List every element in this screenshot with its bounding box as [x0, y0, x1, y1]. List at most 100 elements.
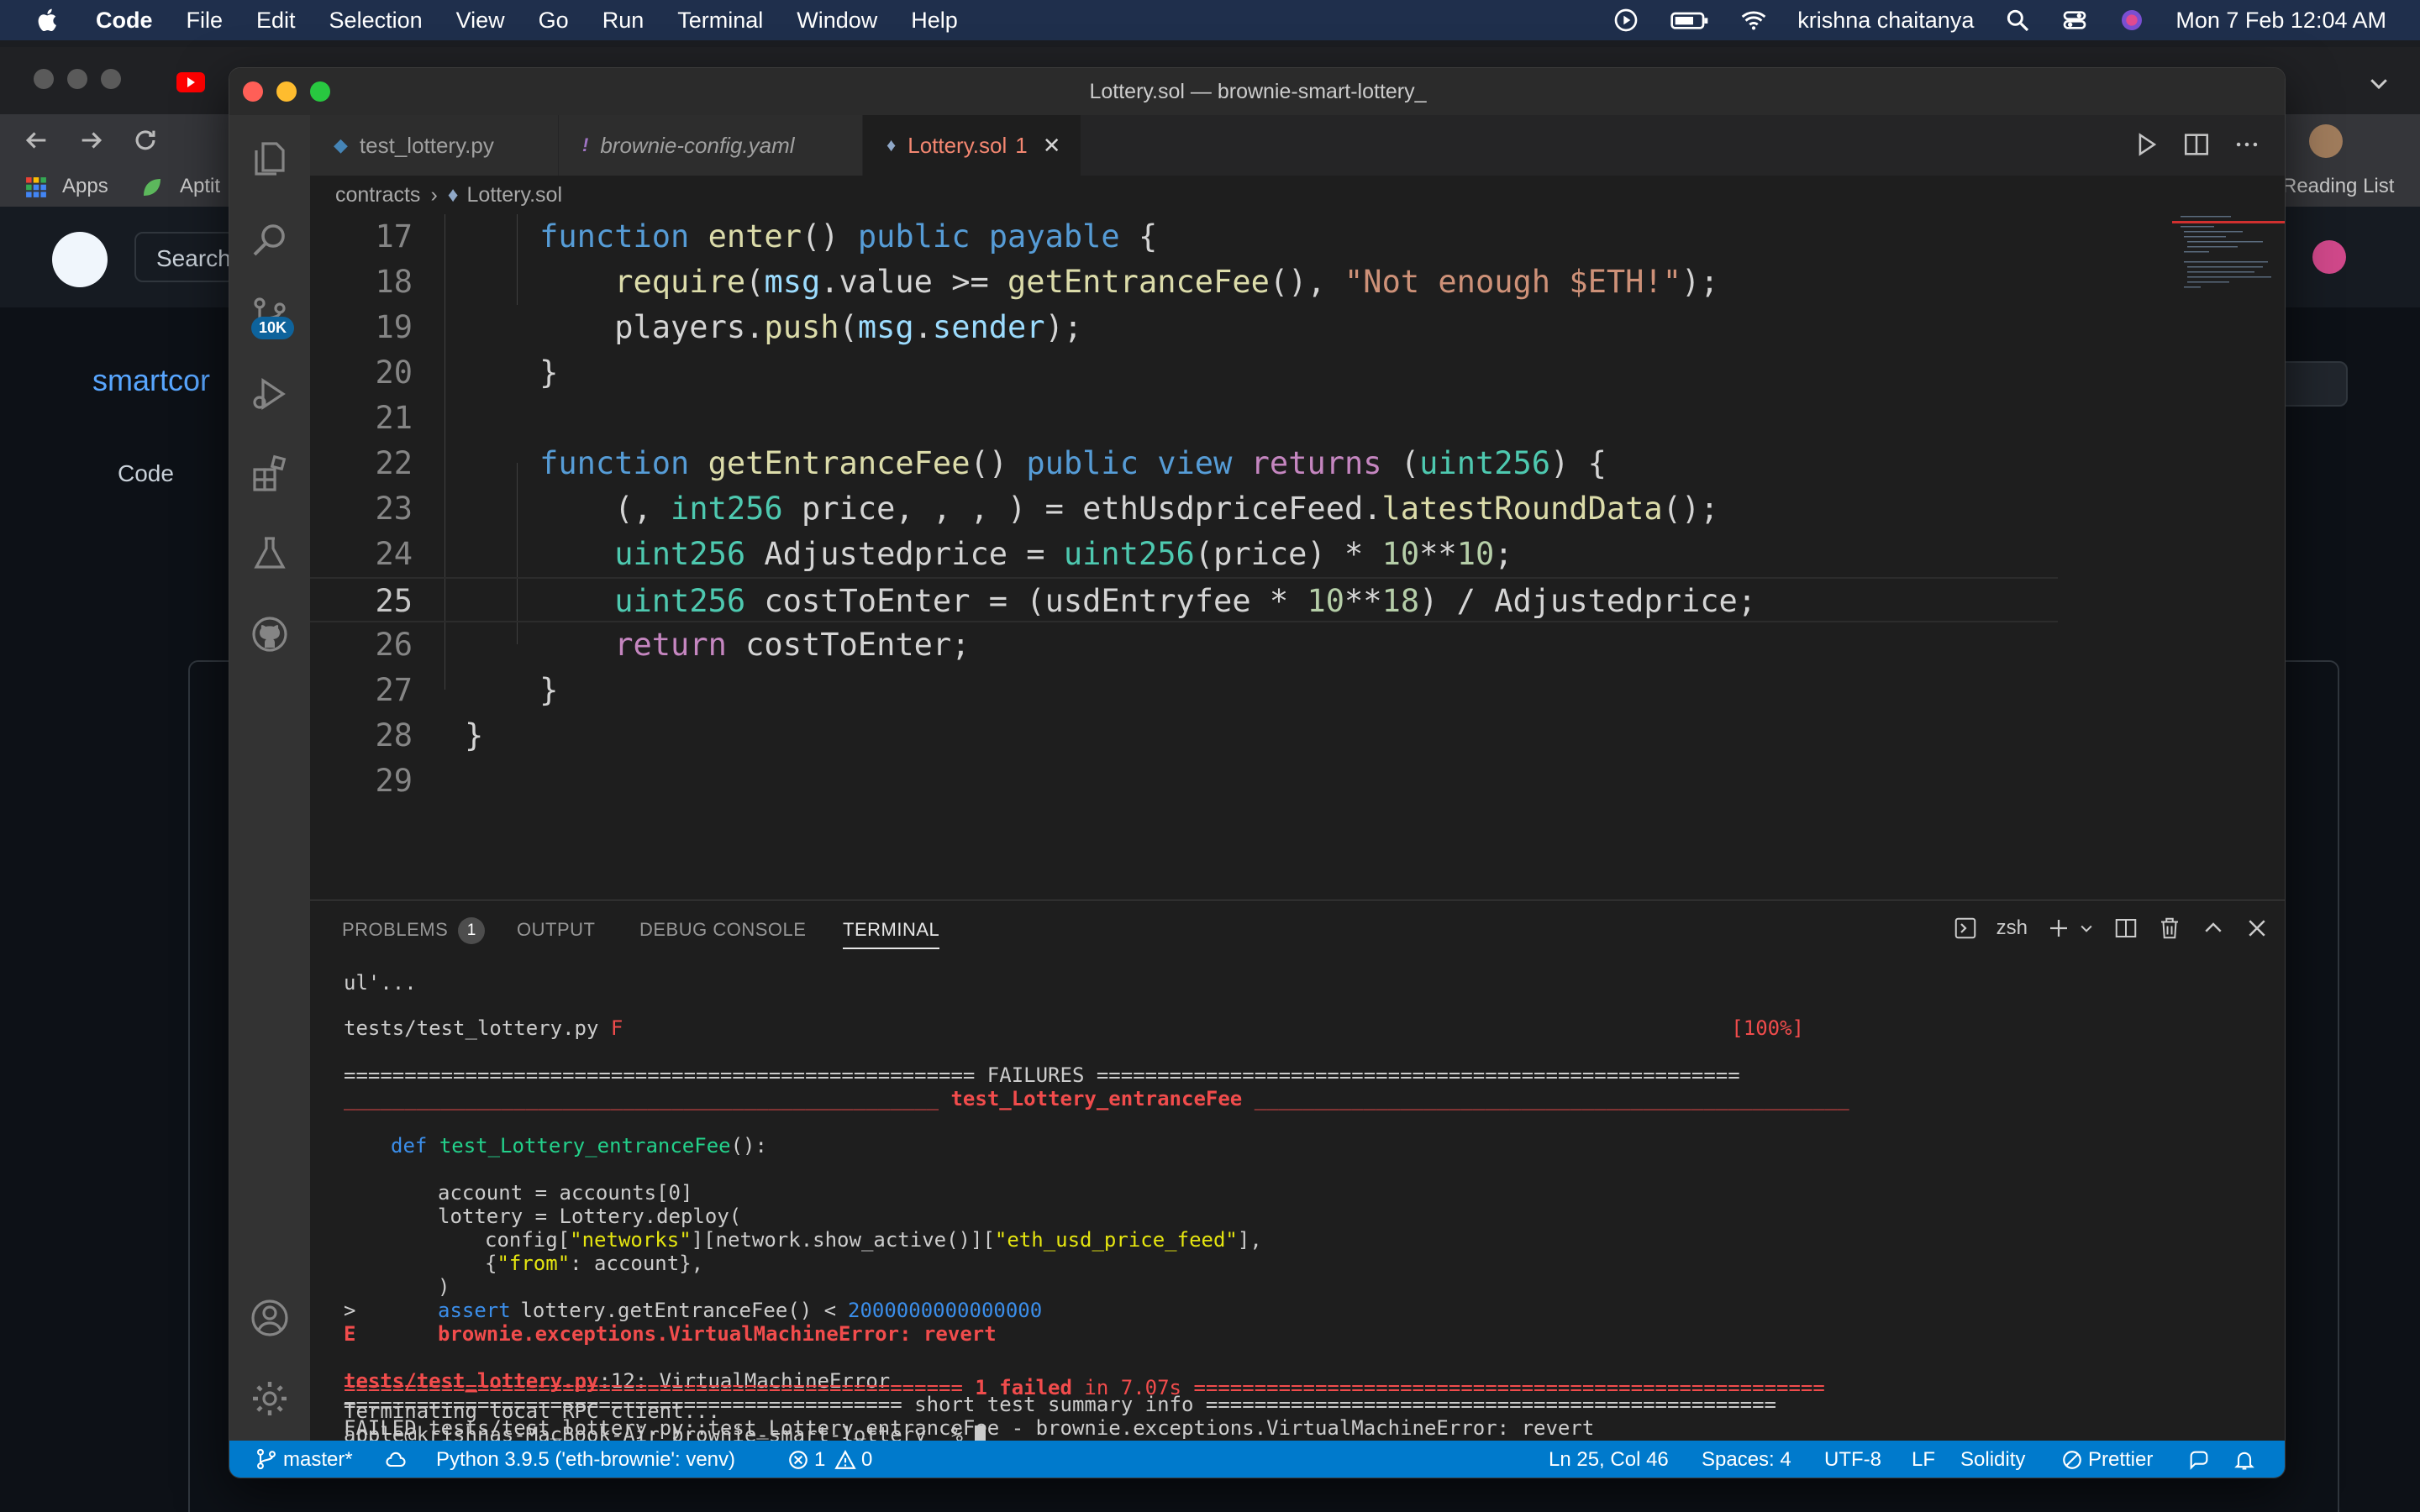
search-icon[interactable] — [250, 219, 290, 260]
reload-icon[interactable] — [131, 126, 160, 155]
code-tab[interactable]: Code — [118, 460, 174, 487]
menu-app-name[interactable]: Code — [96, 8, 153, 34]
window-zoom-button[interactable] — [310, 81, 330, 102]
accounts-icon[interactable] — [250, 1298, 290, 1338]
sync-cloud-icon[interactable] — [384, 1448, 408, 1472]
breadcrumb-file[interactable]: Lottery.sol — [467, 183, 562, 207]
window-minimize-button[interactable] — [276, 81, 297, 102]
feedback-icon[interactable] — [2187, 1448, 2211, 1472]
editor-tab-bar: ◆ test_lottery.py ! brownie-config.yaml … — [310, 115, 2285, 176]
tab-lottery-sol[interactable]: ♦ Lottery.sol 1 ✕ — [863, 115, 1081, 176]
terminal-shell-name[interactable]: zsh — [1996, 916, 2028, 940]
yaml-icon: ! — [582, 134, 589, 155]
split-editor-icon[interactable] — [2182, 130, 2211, 159]
end-of-line[interactable]: LF — [1912, 1448, 1935, 1472]
formatter[interactable]: Prettier — [2088, 1448, 2153, 1472]
reading-list[interactable]: Reading List — [2282, 175, 2394, 198]
bookmark-aptit[interactable]: Aptit — [180, 175, 220, 198]
cursor-position[interactable]: Ln 25, Col 46 — [1549, 1448, 1669, 1472]
tab-debug-console[interactable]: DEBUG CONSOLE — [639, 919, 806, 941]
battery-icon[interactable] — [1670, 7, 1710, 34]
notifications-bell-icon[interactable] — [2233, 1448, 2256, 1472]
menu-view[interactable]: View — [456, 8, 505, 34]
apple-icon[interactable] — [34, 6, 62, 34]
bookmark-apps[interactable]: Apps — [62, 175, 108, 198]
maximize-panel-chevron-up-icon[interactable] — [2201, 916, 2226, 941]
tab-problems[interactable]: PROBLEMS — [342, 919, 448, 941]
menu-window[interactable]: Window — [797, 8, 877, 34]
tab-test-lottery-py[interactable]: ◆ test_lottery.py — [310, 115, 559, 176]
chevron-down-icon[interactable] — [2078, 920, 2095, 937]
split-terminal-icon[interactable] — [2113, 916, 2139, 941]
warning-icon[interactable] — [834, 1449, 856, 1471]
window-title: Lottery.sol — brownie-smart-lottery_ — [229, 68, 2285, 115]
warning-count[interactable]: 0 — [861, 1448, 872, 1472]
tab-output[interactable]: OUTPUT — [517, 919, 595, 941]
terminal-line: {"from": account}, — [485, 1252, 704, 1275]
git-branch-icon[interactable] — [255, 1447, 278, 1471]
menu-edit[interactable]: Edit — [256, 8, 296, 34]
browser-close-dot[interactable] — [34, 69, 54, 89]
forward-arrow-icon[interactable] — [77, 126, 106, 155]
terminal-shell-icon[interactable] — [1953, 916, 1978, 941]
menu-run[interactable]: Run — [602, 8, 644, 34]
github-icon[interactable] — [250, 614, 290, 654]
trash-icon[interactable] — [2157, 916, 2182, 941]
github-search-input[interactable]: Search — [134, 232, 235, 282]
browser-zoom-dot[interactable] — [101, 69, 121, 89]
prettier-check-icon[interactable] — [2061, 1449, 2083, 1471]
back-arrow-icon[interactable] — [22, 126, 50, 155]
error-count[interactable]: 1 — [814, 1448, 825, 1472]
menu-file[interactable]: File — [187, 8, 224, 34]
control-center-icon[interactable] — [2061, 7, 2088, 34]
error-icon[interactable] — [787, 1449, 809, 1471]
indentation[interactable]: Spaces: 4 — [1702, 1448, 1791, 1472]
more-actions-icon[interactable] — [2233, 130, 2261, 159]
file-encoding[interactable]: UTF-8 — [1824, 1448, 1881, 1472]
github-logo-icon[interactable] — [52, 232, 108, 287]
settings-gear-icon[interactable] — [250, 1378, 290, 1419]
tab-label: brownie-config.yaml — [600, 132, 795, 158]
repo-dropdown-button[interactable] — [2275, 361, 2348, 407]
tab-label: Lottery.sol — [908, 132, 1007, 158]
github-user-avatar[interactable] — [2312, 240, 2346, 274]
code-editor[interactable]: 17 function enter() public payable { 18 … — [310, 214, 2286, 900]
minimap[interactable] — [2172, 214, 2286, 315]
terminal-line: lottery = Lottery.deploy( — [438, 1205, 742, 1228]
terminal-output[interactable]: ul'... tests/test_lottery.py F [100%] ===… — [344, 964, 2276, 1440]
menu-clock[interactable]: Mon 7 Feb 12:04 AM — [2175, 8, 2386, 34]
breadcrumb-folder[interactable]: contracts — [335, 183, 420, 207]
testing-flask-icon[interactable] — [250, 533, 290, 574]
menu-selection[interactable]: Selection — [329, 8, 423, 34]
browser-minimize-dot[interactable] — [67, 69, 87, 89]
menu-username[interactable]: krishna chaitanya — [1797, 8, 1974, 34]
extensions-icon[interactable] — [250, 454, 290, 495]
youtube-icon[interactable] — [176, 72, 205, 92]
wifi-icon[interactable] — [1740, 7, 1767, 34]
close-panel-icon[interactable] — [2244, 916, 2270, 941]
close-icon[interactable]: ✕ — [1043, 133, 1061, 159]
repo-name-link[interactable]: smartcor — [92, 363, 210, 398]
tab-brownie-config-yaml[interactable]: ! brownie-config.yaml — [559, 115, 863, 176]
window-close-button[interactable] — [243, 81, 263, 102]
code-line: 26 return costToEnter; — [375, 627, 971, 663]
menu-help[interactable]: Help — [911, 8, 958, 34]
new-terminal-plus-icon[interactable] — [2046, 916, 2071, 941]
git-branch[interactable]: master* — [283, 1448, 353, 1472]
siri-icon[interactable] — [2118, 7, 2145, 34]
menu-go[interactable]: Go — [539, 8, 569, 34]
explorer-icon[interactable] — [250, 139, 290, 179]
run-file-icon[interactable] — [2132, 130, 2160, 159]
play-circle-icon[interactable] — [1612, 7, 1639, 34]
code-line-current: 25 uint256 costToEnter = (usdEntryfee * … — [310, 577, 2058, 622]
chevron-down-icon[interactable] — [2366, 71, 2391, 96]
language-mode[interactable]: Solidity — [1960, 1448, 2025, 1472]
tab-terminal[interactable]: TERMINAL — [843, 919, 940, 949]
run-debug-icon[interactable] — [250, 374, 290, 414]
python-interpreter[interactable]: Python 3.9.5 ('eth-brownie': venv) — [436, 1448, 735, 1472]
apps-grid-icon[interactable] — [25, 176, 47, 198]
browser-profile-avatar[interactable] — [2309, 124, 2343, 158]
spotlight-search-icon[interactable] — [2004, 7, 2031, 34]
menu-terminal[interactable]: Terminal — [677, 8, 763, 34]
code-line: 29 — [375, 763, 413, 799]
